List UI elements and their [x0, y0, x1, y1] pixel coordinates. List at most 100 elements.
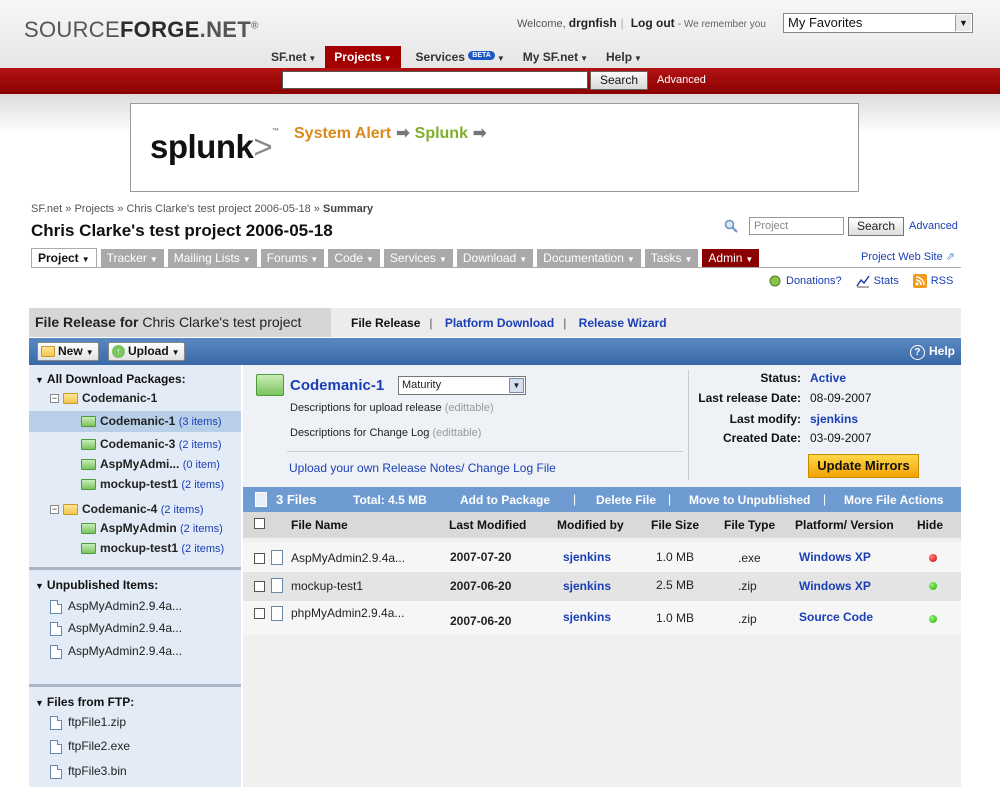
file-modified-by[interactable]: sjenkins [563, 550, 611, 564]
tree-item-codemanic-3[interactable]: Codemanic-3 (2 items) [81, 434, 221, 454]
crumb-project[interactable]: Chris Clarke's test project 2006-05-18 [126, 203, 310, 215]
crumb-sfnet[interactable]: SF.net [31, 203, 62, 215]
file-platform[interactable]: Source Code [799, 610, 873, 624]
row-checkbox[interactable] [254, 581, 265, 592]
tree-node-codemanic-1[interactable]: − Codemanic-1 [50, 388, 157, 408]
ftp-item[interactable]: ftpFile1.zip [50, 712, 126, 732]
collapse-icon[interactable]: − [50, 505, 59, 515]
file-modified-by[interactable]: sjenkins [563, 610, 611, 624]
col-hide[interactable]: Hide [917, 518, 943, 532]
platform-download-link[interactable]: Platform Download [445, 316, 554, 330]
tab-forums[interactable]: Forums ▼ [260, 249, 325, 267]
file-release-link[interactable]: File Release [351, 316, 420, 330]
maturity-select[interactable]: Maturity ▼ [398, 376, 526, 395]
unpublished-item[interactable]: AspMyAdmin2.9.4a... [50, 596, 182, 616]
add-to-package-button[interactable]: Add to Package [460, 493, 550, 507]
tab-tracker[interactable]: Tracker ▼ [100, 249, 164, 267]
tab-tasks[interactable]: Tasks ▼ [644, 249, 699, 267]
unpublished-item[interactable]: AspMyAdmin2.9.4a... [50, 641, 182, 661]
desc-change-log[interactable]: Descriptions for Change Log (edittable) [290, 427, 481, 439]
delete-file-button[interactable]: Delete File [596, 493, 656, 507]
file-platform[interactable]: Windows XP [799, 550, 871, 564]
unpublished-title[interactable]: ▼ Unpublished Items: [35, 578, 158, 592]
col-file-name[interactable]: File Name [291, 518, 348, 532]
tab-admin[interactable]: Admin ▼ [702, 249, 760, 267]
sourceforge-logo[interactable]: SOURCEFORGE.NET® [24, 17, 259, 43]
ftp-title[interactable]: ▼ Files from FTP: [35, 695, 134, 709]
username[interactable]: drgnfish [569, 16, 617, 30]
project-web-site-link[interactable]: Project Web Site ⇗ [861, 250, 955, 263]
tab-documentation[interactable]: Documentation ▼ [537, 249, 641, 267]
rss-icon [912, 274, 927, 288]
col-last-modified[interactable]: Last Modified [449, 518, 526, 532]
help-button[interactable]: ? Help [909, 344, 955, 360]
col-file-type[interactable]: File Type [724, 518, 775, 532]
nav-services[interactable]: Services BETA ▼ [407, 46, 514, 68]
project-advanced-link[interactable]: Advanced [909, 220, 958, 232]
last-release-label: Last release Date: [698, 391, 801, 405]
upload-button[interactable]: ↑ Upload ▼ [108, 342, 185, 361]
rss-link[interactable]: RSS [912, 274, 953, 288]
all-packages-title[interactable]: ▼ All Download Packages: [35, 372, 186, 386]
site-search-input[interactable] [282, 71, 588, 89]
table-row[interactable]: AspMyAdmin2.9.4a... 2007-07-20 sjenkins … [243, 543, 961, 572]
project-search-button[interactable]: Search [848, 217, 904, 236]
desc-upload-release[interactable]: Descriptions for upload release (edittab… [290, 402, 494, 414]
logout-link[interactable]: Log out [631, 16, 675, 30]
file-modified-by[interactable]: sjenkins [563, 579, 611, 593]
donations-link[interactable]: Donations? [768, 274, 842, 288]
col-platform[interactable]: Platform/ Version [795, 518, 894, 532]
table-row[interactable]: mockup-test1 2007-06-20 sjenkins 2.5 MB … [243, 572, 961, 601]
table-row[interactable]: phpMyAdmin2.9.4a... 2007-06-20 sjenkins … [243, 601, 961, 635]
divider [688, 370, 689, 480]
row-checkbox[interactable] [254, 608, 265, 619]
tab-mailing-lists[interactable]: Mailing Lists ▼ [167, 249, 257, 267]
release-wizard-link[interactable]: Release Wizard [579, 316, 667, 330]
tab-project[interactable]: Project ▼ [31, 248, 97, 268]
tree-item-aspmyadmin[interactable]: AspMyAdmin (2 items) [81, 518, 223, 538]
last-modify-value[interactable]: sjenkins [810, 412, 858, 426]
hide-status-icon[interactable] [929, 615, 937, 623]
row-checkbox[interactable] [254, 553, 265, 564]
tab-services[interactable]: Services ▼ [383, 249, 453, 267]
advanced-search-link[interactable]: Advanced [657, 74, 706, 86]
package-folder-icon [256, 374, 284, 396]
file-name[interactable]: mockup-test1 [291, 579, 363, 593]
hide-status-icon[interactable] [929, 554, 937, 562]
site-search-button[interactable]: Search [590, 71, 648, 90]
nav-sfnet[interactable]: SF.net ▼ [262, 46, 325, 68]
file-name[interactable]: phpMyAdmin2.9.4a... [291, 606, 404, 620]
splunk-ad-banner[interactable]: splunk>™ System Alert ➡ Splunk ➡ [130, 103, 859, 192]
ftp-item[interactable]: ftpFile2.exe [50, 736, 130, 756]
col-modified-by[interactable]: Modified by [557, 518, 624, 532]
tab-download[interactable]: Download ▼ [456, 249, 534, 267]
unpublished-item[interactable]: AspMyAdmin2.9.4a... [50, 618, 182, 638]
tree-item-codemanic-1[interactable]: Codemanic-1 (3 items) [81, 411, 221, 431]
nav-my-sfnet[interactable]: My SF.net ▼ [514, 46, 597, 68]
crumb-projects[interactable]: Projects [74, 203, 114, 215]
tree-item-mockup-test1-b[interactable]: mockup-test1 (2 items) [81, 538, 224, 558]
files-count: 3 Files [276, 492, 317, 507]
tree-node-codemanic-4[interactable]: − Codemanic-4 (2 items) [50, 499, 203, 519]
tree-item-mockup-test1[interactable]: mockup-test1 (2 items) [81, 474, 224, 494]
favorites-select[interactable]: My Favorites ▼ [783, 13, 973, 33]
move-to-unpublished-button[interactable]: Move to Unpublished [689, 493, 810, 507]
file-name[interactable]: AspMyAdmin2.9.4a... [291, 551, 405, 565]
tree-item-aspmyadmi[interactable]: AspMyAdmi... (0 item) [81, 454, 220, 474]
hide-status-icon[interactable] [929, 582, 937, 590]
file-platform[interactable]: Windows XP [799, 579, 871, 593]
update-mirrors-button[interactable]: Update Mirrors [808, 454, 919, 478]
stats-link[interactable]: Stats [856, 274, 899, 288]
project-search-input[interactable]: Project [749, 217, 844, 235]
tab-code[interactable]: Code ▼ [328, 249, 380, 267]
select-all-checkbox[interactable] [254, 518, 265, 529]
more-file-actions-button[interactable]: More File Actions [844, 493, 944, 507]
nav-projects[interactable]: Projects ▼ [325, 46, 401, 68]
upload-notes-link[interactable]: Upload your own Release Notes/ Change Lo… [289, 461, 556, 475]
new-button[interactable]: New ▼ [37, 342, 99, 361]
collapse-icon[interactable]: − [50, 394, 59, 404]
ftp-item[interactable]: ftpFile3.bin [50, 761, 127, 781]
status-value[interactable]: Active [810, 371, 846, 385]
col-file-size[interactable]: File Size [651, 518, 699, 532]
nav-help[interactable]: Help ▼ [597, 46, 651, 68]
